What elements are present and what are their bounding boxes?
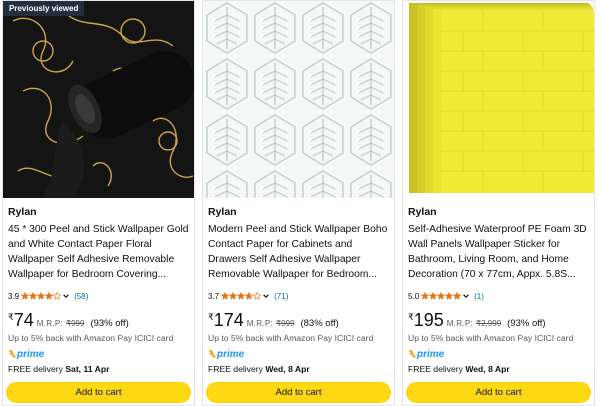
star-icon	[429, 292, 438, 300]
price-block: ₹ 74 M.R.P: ₹999 (93% off)	[8, 311, 129, 331]
product-title[interactable]: Self-Adhesive Waterproof PE Foam 3D Wall…	[408, 222, 591, 282]
price-value: 74	[13, 310, 34, 330]
mrp-label: M.R.P:	[246, 319, 274, 328]
discount-percent: (93% off)	[90, 318, 129, 329]
delivery-info: FREE delivery Sat, 11 Apr	[8, 364, 109, 374]
product-brand: Rylan	[8, 206, 37, 218]
rating-stars	[421, 292, 462, 300]
prime-icon: prime	[9, 349, 45, 360]
currency-symbol: ₹	[208, 312, 214, 322]
prime-icon: prime	[409, 349, 445, 360]
rating-value: 5.0	[408, 291, 420, 301]
price-value: 174	[213, 310, 244, 330]
prime-icon: prime	[209, 349, 245, 360]
product-card[interactable]: Previously viewed Rylan 45 * 300 Peel an…	[2, 0, 195, 406]
product-title[interactable]: 45 * 300 Peel and Stick Wallpaper Gold a…	[8, 222, 191, 282]
chevron-down-icon	[263, 294, 269, 298]
rating-stars	[21, 292, 62, 300]
price-block: ₹ 174 M.R.P: ₹999 (83% off)	[208, 311, 339, 331]
cashback-offer: Up to 5% back with Amazon Pay ICICI card	[8, 333, 174, 343]
product-card[interactable]: Rylan Modern Peel and Stick Wallpaper Bo…	[202, 0, 395, 406]
product-brand: Rylan	[408, 206, 437, 218]
star-icon	[45, 292, 54, 300]
star-icon	[253, 292, 262, 300]
star-icon	[37, 292, 46, 300]
chevron-down-icon	[463, 294, 469, 298]
discount-percent: (83% off)	[300, 318, 339, 329]
mrp-value: ₹999	[276, 319, 295, 328]
star-icon	[453, 292, 462, 300]
star-icon	[237, 292, 246, 300]
product-title[interactable]: Modern Peel and Stick Wallpaper Boho Con…	[208, 222, 391, 282]
star-icon	[437, 292, 446, 300]
rating-value: 3.9	[8, 291, 20, 301]
review-count[interactable]: (58)	[74, 292, 88, 301]
product-rating[interactable]: 3.9 (58)	[8, 290, 88, 302]
add-to-cart-button[interactable]: Add to cart	[206, 382, 391, 403]
product-rating[interactable]: 5.0 (1)	[408, 290, 484, 302]
star-icon	[229, 292, 238, 300]
currency-symbol: ₹	[8, 312, 14, 322]
star-icon	[445, 292, 454, 300]
delivery-date: Sat, 11 Apr	[65, 364, 110, 374]
review-count[interactable]: (71)	[274, 292, 288, 301]
delivery-date: Wed, 8 Apr	[465, 364, 510, 374]
product-brand: Rylan	[208, 206, 237, 218]
previously-viewed-badge: Previously viewed	[3, 1, 85, 16]
star-icon	[53, 292, 62, 300]
currency-symbol: ₹	[408, 312, 414, 322]
product-carousel: Previously viewed Rylan 45 * 300 Peel an…	[0, 0, 600, 406]
product-rating[interactable]: 3.7 (71)	[208, 290, 288, 302]
prime-badge: prime	[408, 348, 450, 360]
price-block: ₹ 195 M.R.P: ₹2,999 (93% off)	[408, 311, 546, 331]
mrp-label: M.R.P:	[446, 319, 474, 328]
product-image[interactable]	[203, 1, 394, 198]
star-icon	[221, 292, 230, 300]
mrp-label: M.R.P:	[36, 319, 64, 328]
black-gold-floral-wallpaper-icon	[3, 1, 194, 198]
prime-badge: prime	[208, 348, 250, 360]
discount-percent: (93% off)	[507, 318, 546, 329]
cashback-offer: Up to 5% back with Amazon Pay ICICI card	[408, 333, 574, 343]
star-icon	[21, 292, 30, 300]
delivery-prefix: FREE delivery	[8, 364, 63, 374]
prime-badge: prime	[8, 348, 50, 360]
add-to-cart-button[interactable]: Add to cart	[406, 382, 591, 403]
review-count[interactable]: (1)	[474, 292, 484, 301]
rating-value: 3.7	[208, 291, 220, 301]
add-to-cart-button[interactable]: Add to cart	[6, 382, 191, 403]
product-image[interactable]: Previously viewed	[3, 1, 194, 198]
chevron-down-icon	[63, 294, 69, 298]
svg-text:prime: prime	[16, 349, 45, 360]
mrp-value: ₹2,999	[476, 319, 502, 328]
svg-text:prime: prime	[216, 349, 245, 360]
delivery-date: Wed, 8 Apr	[265, 364, 310, 374]
product-card[interactable]: Rylan Self-Adhesive Waterproof PE Foam 3…	[402, 0, 595, 406]
star-icon	[29, 292, 38, 300]
price-value: 195	[413, 310, 444, 330]
svg-text:prime: prime	[416, 349, 445, 360]
delivery-info: FREE delivery Wed, 8 Apr	[408, 364, 510, 374]
delivery-prefix: FREE delivery	[408, 364, 463, 374]
product-image[interactable]	[403, 1, 594, 198]
yellow-3d-brick-foam-panels-icon	[403, 1, 594, 198]
cashback-offer: Up to 5% back with Amazon Pay ICICI card	[208, 333, 374, 343]
mrp-value: ₹999	[66, 319, 85, 328]
delivery-info: FREE delivery Wed, 8 Apr	[208, 364, 310, 374]
green-hexagon-leaf-pattern-icon	[203, 1, 394, 198]
rating-stars	[221, 292, 262, 300]
star-icon	[421, 292, 430, 300]
delivery-prefix: FREE delivery	[208, 364, 263, 374]
star-icon	[245, 292, 254, 300]
